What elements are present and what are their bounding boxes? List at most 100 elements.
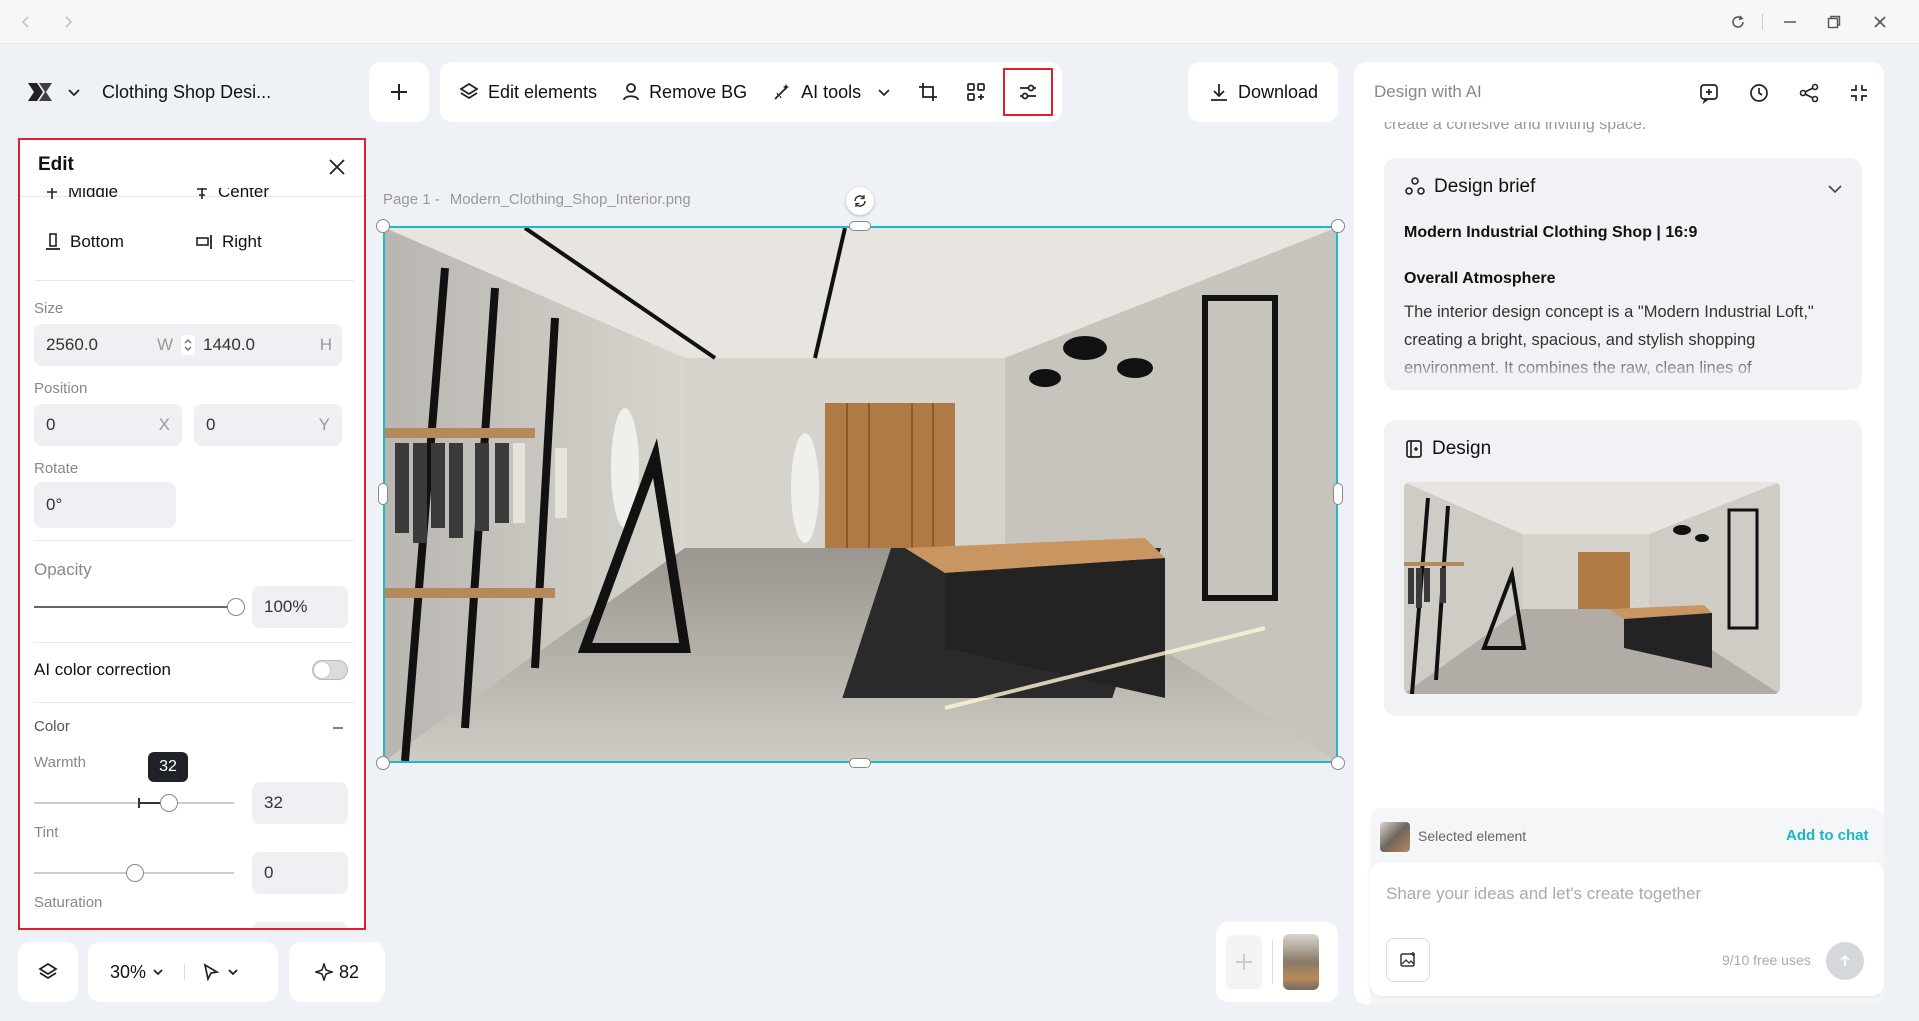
lock-ratio-icon[interactable] (181, 335, 195, 355)
main-toolbar: Edit elements Remove BG AI tools (440, 62, 1062, 122)
rotate-input[interactable]: 0° (34, 482, 176, 528)
opacity-slider-knob[interactable] (227, 598, 245, 616)
restore-icon[interactable] (1822, 10, 1846, 34)
credits-button[interactable]: 82 (289, 942, 385, 1002)
collapse-icon[interactable] (328, 718, 348, 738)
canvas-image[interactable] (383, 226, 1338, 763)
faded-message-text: create a cohesive and inviting space. (1384, 122, 1647, 133)
opacity-label: Opacity (34, 560, 92, 579)
position-y-value: 0 (206, 415, 216, 434)
window-titlebar (0, 0, 1919, 44)
minimize-icon[interactable] (1778, 10, 1802, 34)
opacity-slider-track[interactable] (34, 606, 234, 608)
close-icon[interactable] (324, 154, 350, 180)
resize-handle-top-right[interactable] (1331, 219, 1345, 233)
position-x-input[interactable]: 0 X (34, 404, 182, 446)
align-right-button[interactable]: Right (194, 232, 262, 252)
history-icon[interactable] (1742, 76, 1776, 110)
design-thumbnail[interactable] (1404, 482, 1780, 694)
ai-color-correction-toggle[interactable] (312, 660, 348, 680)
design-icon (1406, 440, 1422, 458)
zoom-select[interactable]: 30% (110, 962, 164, 983)
resize-handle-bottom-left[interactable] (376, 756, 390, 770)
warmth-slider-knob[interactable] (160, 794, 178, 812)
opacity-input[interactable]: 100% (252, 586, 348, 628)
brief-icon (1405, 177, 1425, 195)
align-middle-button[interactable]: Middle (44, 188, 118, 202)
titlebar-divider (1762, 14, 1763, 30)
design-card: Design (1384, 420, 1862, 716)
edit-panel-title: Edit (38, 154, 74, 175)
magic-wand-icon (774, 84, 790, 100)
pointer-tool-select[interactable] (201, 962, 239, 982)
credits-value: 82 (338, 961, 360, 982)
add-page-button[interactable] (1226, 935, 1262, 989)
arrow-up-icon (1840, 954, 1850, 966)
resize-handle-bottom[interactable] (849, 758, 871, 768)
new-chat-icon[interactable] (1692, 76, 1726, 110)
add-to-chat-link[interactable]: Add to chat (1786, 827, 1869, 844)
chat-input-box[interactable]: Share your ideas and let's create togeth… (1370, 862, 1884, 996)
resize-handle-top[interactable] (849, 221, 871, 231)
align-center-button[interactable]: Center (194, 188, 269, 202)
saturation-input[interactable] (252, 922, 348, 928)
height-value: 1440.0 (203, 335, 255, 354)
remove-bg-button[interactable]: Remove BG (621, 81, 747, 103)
tint-slider-knob[interactable] (126, 864, 144, 882)
back-icon[interactable] (14, 10, 38, 34)
close-window-icon[interactable] (1868, 10, 1892, 34)
position-y-input[interactable]: 0 Y (194, 404, 342, 446)
opacity-value: 100% (264, 597, 308, 616)
add-button[interactable] (369, 62, 429, 122)
align-bottom-button[interactable]: Bottom (44, 232, 124, 252)
page-label: Page 1 - Modern_Clothing_Shop_Interior.p… (383, 191, 691, 208)
layers-button[interactable] (18, 942, 78, 1002)
width-input[interactable]: 2560.0 W (34, 335, 179, 355)
edit-elements-button[interactable]: Edit elements (458, 81, 597, 103)
ai-tools-label: AI tools (801, 81, 862, 102)
image-upload-icon[interactable] (1386, 938, 1430, 982)
app-logo-icon[interactable] (22, 74, 58, 110)
project-header: Clothing Shop Desi... (14, 62, 294, 122)
send-button[interactable] (1826, 942, 1864, 980)
size-label: Size (34, 300, 64, 317)
warmth-input[interactable]: 32 (252, 782, 348, 824)
adjust-settings-button[interactable] (1003, 68, 1054, 116)
download-button[interactable]: Download (1188, 62, 1338, 122)
warmth-slider-track[interactable] (34, 802, 234, 804)
remove-bg-label: Remove BG (649, 81, 748, 102)
zoom-value: 30% (110, 961, 147, 982)
position-x-suffix: X (158, 415, 170, 434)
forward-icon[interactable] (56, 10, 80, 34)
collapse-panel-icon[interactable] (1842, 76, 1876, 110)
align-center-label: Center (218, 188, 270, 201)
design-brief-header[interactable]: Design brief (1404, 176, 1535, 198)
chevron-down-icon[interactable] (1824, 178, 1846, 200)
warmth-value: 32 (264, 793, 283, 812)
expand-frame-icon[interactable] (963, 79, 989, 105)
resize-handle-top-left[interactable] (376, 219, 390, 233)
zoom-divider (184, 963, 186, 981)
align-bottom-icon (46, 233, 60, 250)
tint-input[interactable]: 0 (252, 852, 348, 894)
warmth-tooltip: 32 (148, 752, 188, 782)
align-row-partial: Middle Center (34, 188, 354, 210)
crop-icon[interactable] (915, 79, 941, 105)
resize-handle-bottom-right[interactable] (1331, 756, 1345, 770)
width-suffix: W (156, 335, 173, 354)
chevron-down-icon[interactable] (64, 82, 84, 102)
height-input[interactable]: 1440.0 H (197, 335, 342, 355)
project-name[interactable]: Clothing Shop Desi... (102, 82, 271, 103)
tint-label: Tint (34, 824, 59, 841)
ai-tools-button[interactable]: AI tools (771, 81, 891, 103)
rotate-handle-icon[interactable] (846, 187, 874, 215)
resize-handle-left[interactable] (378, 483, 388, 505)
refresh-icon[interactable] (1726, 10, 1750, 34)
chevron-down-icon (878, 89, 890, 97)
divider (34, 642, 354, 643)
align-middle-icon (47, 188, 57, 199)
share-icon[interactable] (1792, 76, 1826, 110)
resize-handle-right[interactable] (1333, 483, 1343, 505)
page-thumbnail[interactable] (1283, 934, 1319, 990)
color-section-label: Color (34, 718, 70, 735)
